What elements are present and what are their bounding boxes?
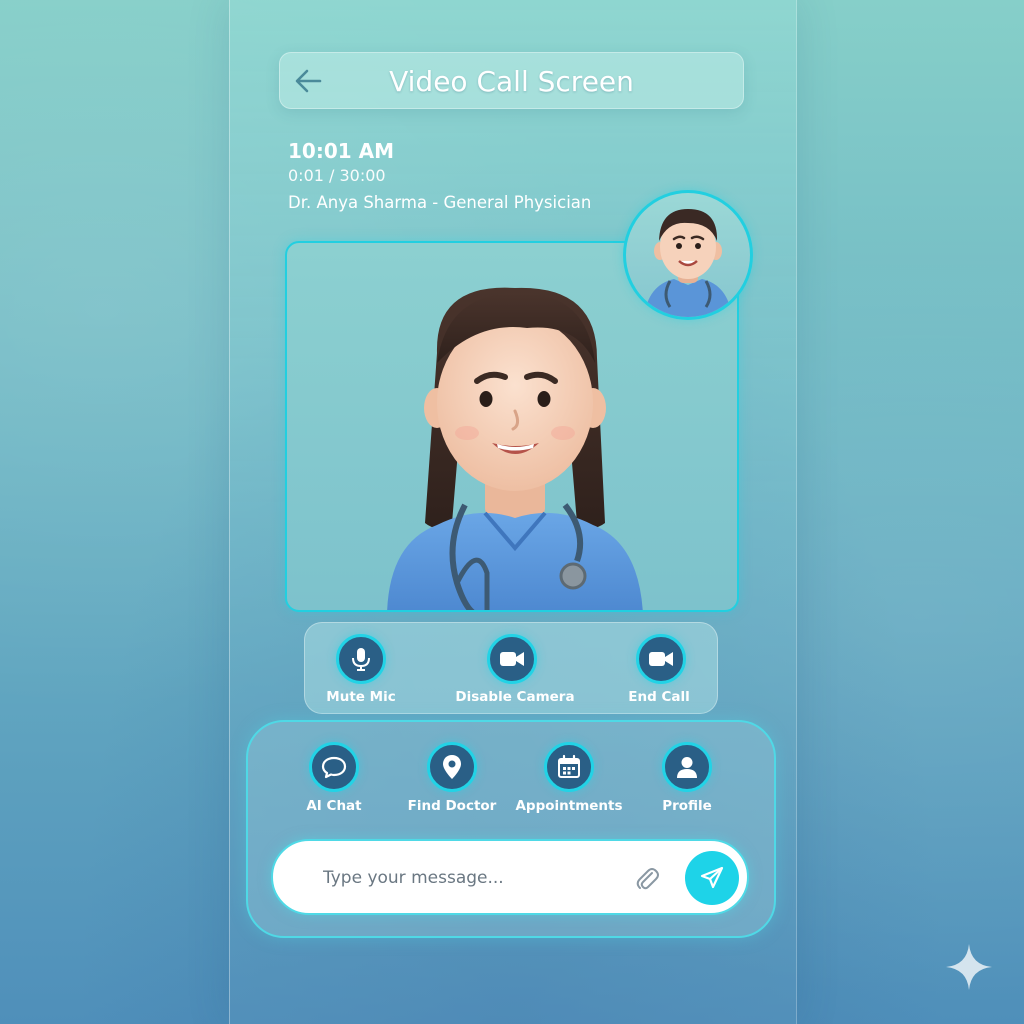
microphone-icon: [352, 648, 370, 671]
location-pin-icon: [443, 755, 461, 779]
message-bar: [271, 839, 749, 915]
video-camera-icon: [500, 652, 524, 666]
paperclip-icon[interactable]: [633, 865, 661, 893]
nav-ai-chat[interactable]: [309, 742, 359, 792]
sparkle-icon: [946, 944, 992, 990]
nav-appointments[interactable]: [544, 742, 594, 792]
end-call-label: End Call: [628, 689, 690, 705]
send-icon: [700, 866, 724, 889]
call-timer: 0:01 / 30:00: [288, 166, 386, 185]
doctor-name: Dr. Anya Sharma - General Physician: [288, 193, 592, 212]
header-bar: Video Call Screen: [279, 52, 744, 109]
self-view-video[interactable]: [623, 190, 753, 320]
call-info: 10:01 AM 0:01 / 30:00 Dr. Anya Sharma - …: [288, 138, 591, 218]
user-icon: [677, 757, 697, 778]
end-call-button[interactable]: [636, 634, 686, 684]
patient-avatar: [644, 209, 732, 317]
call-clock: 10:01 AM: [288, 139, 395, 163]
nav-find-doctor[interactable]: [427, 742, 477, 792]
mute-mic-label: Mute Mic: [326, 689, 396, 705]
disable-camera-button[interactable]: [487, 634, 537, 684]
mute-mic-button[interactable]: [336, 634, 386, 684]
send-button[interactable]: [685, 851, 739, 905]
message-input[interactable]: [323, 863, 623, 893]
disable-camera-label: Disable Camera: [455, 689, 575, 705]
calendar-icon: [558, 754, 580, 778]
video-camera-icon: [649, 652, 673, 666]
nav-profile[interactable]: [662, 742, 712, 792]
page-title: Video Call Screen: [389, 65, 634, 98]
chat-bubble-icon: [321, 756, 347, 779]
nav-profile-label: Profile: [662, 798, 712, 814]
